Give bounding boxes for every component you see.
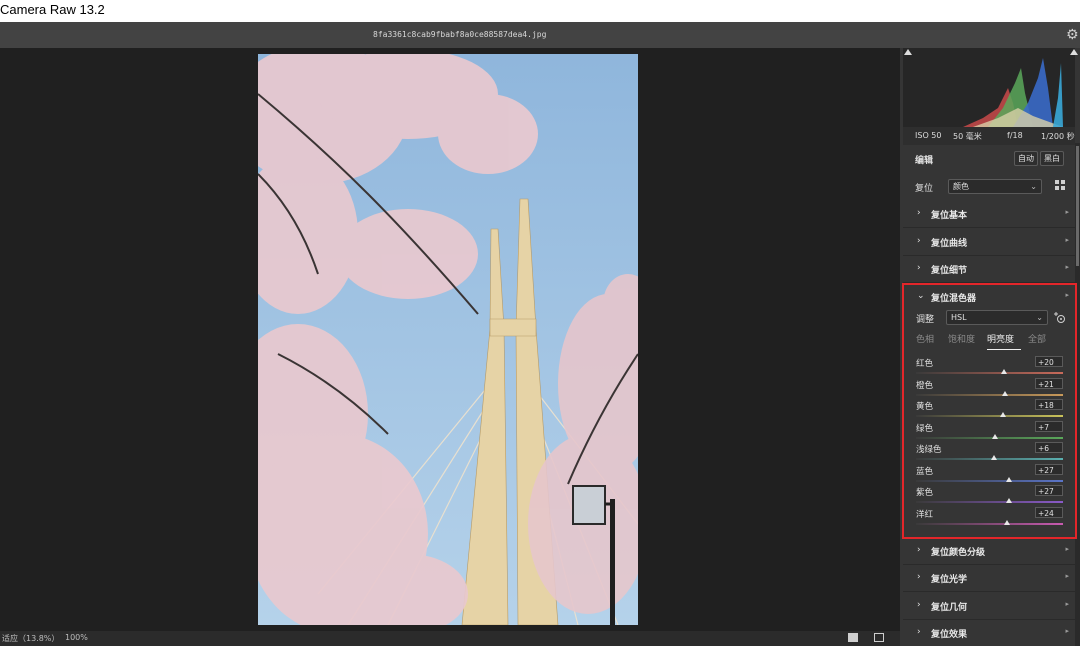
highlight-clipping-icon[interactable] [1070, 49, 1078, 55]
exif-info: ISO 50 50 毫米 f/18 1/200 秒 [903, 127, 1075, 145]
section-toggle-icon[interactable]: ▸ [1065, 627, 1069, 635]
section-geometry-label: 复位几何 [931, 603, 968, 613]
profile-browser-icon[interactable] [1055, 180, 1065, 190]
chevron-right-icon: › [917, 263, 921, 273]
window-title-bar: Camera Raw 13.2 [0, 0, 1080, 22]
chevron-right-icon: › [917, 572, 921, 582]
zoom-level[interactable]: 100% [65, 633, 88, 642]
section-toggle-icon[interactable]: ▸ [1065, 236, 1069, 244]
chevron-right-icon: › [917, 600, 921, 610]
section-basic-label: 复位基本 [931, 211, 968, 221]
single-view-icon[interactable] [848, 633, 858, 642]
shadow-clipping-icon[interactable] [904, 49, 912, 55]
compare-view-icon[interactable] [874, 633, 884, 642]
file-bar: 8fa3361c8cab9fbabf8a0ce88587dea4.jpg ⚙ [0, 22, 1080, 48]
profile-value: 颜色 [953, 182, 969, 191]
status-bar: 适应（13.8%） 100% [0, 631, 900, 646]
profile-label: 复位 [915, 184, 934, 194]
exif-focal: 50 毫米 [953, 132, 982, 141]
section-detail-label: 复位细节 [931, 266, 968, 276]
file-name: 8fa3361c8cab9fbabf8a0ce88587dea4.jpg [373, 30, 547, 39]
photo-preview [258, 54, 638, 625]
chevron-right-icon: › [917, 236, 921, 246]
section-toggle-icon[interactable]: ▸ [1065, 572, 1069, 580]
chevron-right-icon: › [917, 208, 921, 218]
chevron-down-icon: ⌄ [1030, 182, 1037, 191]
app-title: Camera Raw 13.2 [0, 2, 105, 17]
section-grading-label: 复位颜色分级 [931, 548, 986, 558]
chevron-right-icon: › [917, 627, 921, 637]
scrollbar-thumb[interactable] [1076, 146, 1079, 266]
section-optics[interactable]: › 复位光学 ▸ [903, 564, 1075, 592]
highlight-box [902, 283, 1077, 539]
chevron-right-icon: › [917, 545, 921, 555]
section-effects[interactable]: › 复位效果 ▸ [903, 619, 1075, 646]
section-detail[interactable]: › 复位细节 ▸ [903, 255, 1075, 283]
bw-button[interactable]: 黑白 [1040, 151, 1064, 166]
section-curve-label: 复位曲线 [931, 239, 968, 249]
edit-title: 编辑 [915, 156, 934, 166]
section-effects-label: 复位效果 [931, 630, 968, 640]
exif-aperture: f/18 [1007, 131, 1023, 140]
exif-iso: ISO 50 [915, 131, 942, 140]
histogram [903, 48, 1075, 127]
section-toggle-icon[interactable]: ▸ [1065, 545, 1069, 553]
section-grading[interactable]: › 复位颜色分级 ▸ [903, 537, 1075, 565]
fit-zoom-label[interactable]: 适应（13.8%） [2, 633, 59, 644]
auto-button[interactable]: 自动 [1014, 151, 1038, 166]
section-toggle-icon[interactable]: ▸ [1065, 600, 1069, 608]
exif-shutter: 1/200 秒 [1041, 132, 1075, 141]
section-toggle-icon[interactable]: ▸ [1065, 208, 1069, 216]
section-optics-label: 复位光学 [931, 575, 968, 585]
section-geometry[interactable]: › 复位几何 ▸ [903, 592, 1075, 620]
section-basic[interactable]: › 复位基本 ▸ [903, 200, 1075, 228]
section-toggle-icon[interactable]: ▸ [1065, 263, 1069, 271]
section-curve[interactable]: › 复位曲线 ▸ [903, 228, 1075, 256]
gear-icon[interactable]: ⚙ [1066, 27, 1079, 43]
profile-dropdown[interactable]: 颜色 ⌄ [948, 179, 1042, 194]
